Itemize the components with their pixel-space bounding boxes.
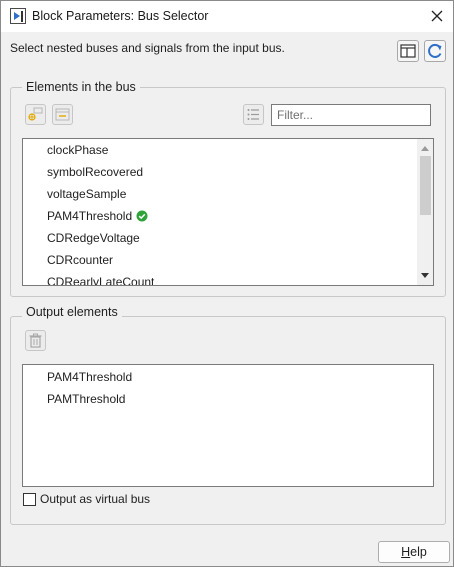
refresh-button[interactable] — [424, 40, 446, 62]
list-item[interactable]: CDRearlyLateCount — [47, 271, 154, 285]
triangle-up-icon — [421, 146, 429, 151]
scroll-up-arrow[interactable] — [417, 141, 433, 155]
list-item[interactable]: CDRedgeVoltage — [47, 227, 140, 249]
help-label-rest: elp — [410, 545, 427, 559]
list-item[interactable]: symbolRecovered — [47, 161, 143, 183]
bus-elements-list[interactable]: clockPhase symbolRecovered voltageSample… — [22, 138, 434, 286]
trash-icon — [29, 333, 42, 348]
triangle-down-icon — [421, 273, 429, 278]
remove-element-button[interactable] — [25, 330, 46, 351]
add-signal-icon — [28, 107, 43, 121]
list-item[interactable]: voltageSample — [47, 183, 126, 205]
elements-in-bus-label: Elements in the bus — [22, 80, 140, 94]
list-options-button[interactable] — [243, 104, 264, 125]
close-button[interactable] — [423, 3, 451, 29]
scroll-down-arrow[interactable] — [417, 269, 433, 283]
list-item[interactable]: PAMThreshold — [47, 388, 125, 410]
simulink-block-icon — [10, 8, 26, 24]
layout-toggle-icon — [400, 44, 416, 58]
description-text: Select nested buses and signals from the… — [10, 41, 285, 55]
select-bus-button[interactable] — [52, 104, 73, 125]
list-scrollbar[interactable] — [417, 139, 433, 285]
list-item[interactable]: CDRcounter — [47, 249, 113, 271]
virtual-bus-label: Output as virtual bus — [40, 492, 151, 506]
window-title: Block Parameters: Bus Selector — [32, 9, 209, 23]
list-item[interactable]: PAM4Threshold — [47, 366, 132, 388]
list-item[interactable]: PAM4Threshold — [47, 205, 148, 227]
scroll-thumb[interactable] — [420, 156, 431, 215]
output-elements-label: Output elements — [22, 305, 122, 319]
block-parameters-dialog: Block Parameters: Bus Selector Select ne… — [0, 0, 454, 567]
filter-input[interactable] — [271, 104, 431, 126]
select-element-button[interactable] — [25, 104, 46, 125]
output-elements-list[interactable]: PAM4Threshold PAMThreshold — [22, 364, 434, 487]
close-icon — [431, 10, 443, 22]
selected-check-icon — [136, 210, 148, 222]
virtual-bus-checkbox[interactable] — [23, 493, 36, 506]
title-bar: Block Parameters: Bus Selector — [1, 1, 453, 32]
refresh-icon — [428, 43, 442, 58]
help-button[interactable]: Help — [378, 541, 450, 563]
list-item[interactable]: clockPhase — [47, 139, 108, 161]
help-mnemonic: H — [401, 545, 411, 559]
bus-select-icon — [55, 108, 70, 121]
list-icon — [247, 109, 259, 120]
layout-toggle-button[interactable] — [397, 40, 419, 62]
